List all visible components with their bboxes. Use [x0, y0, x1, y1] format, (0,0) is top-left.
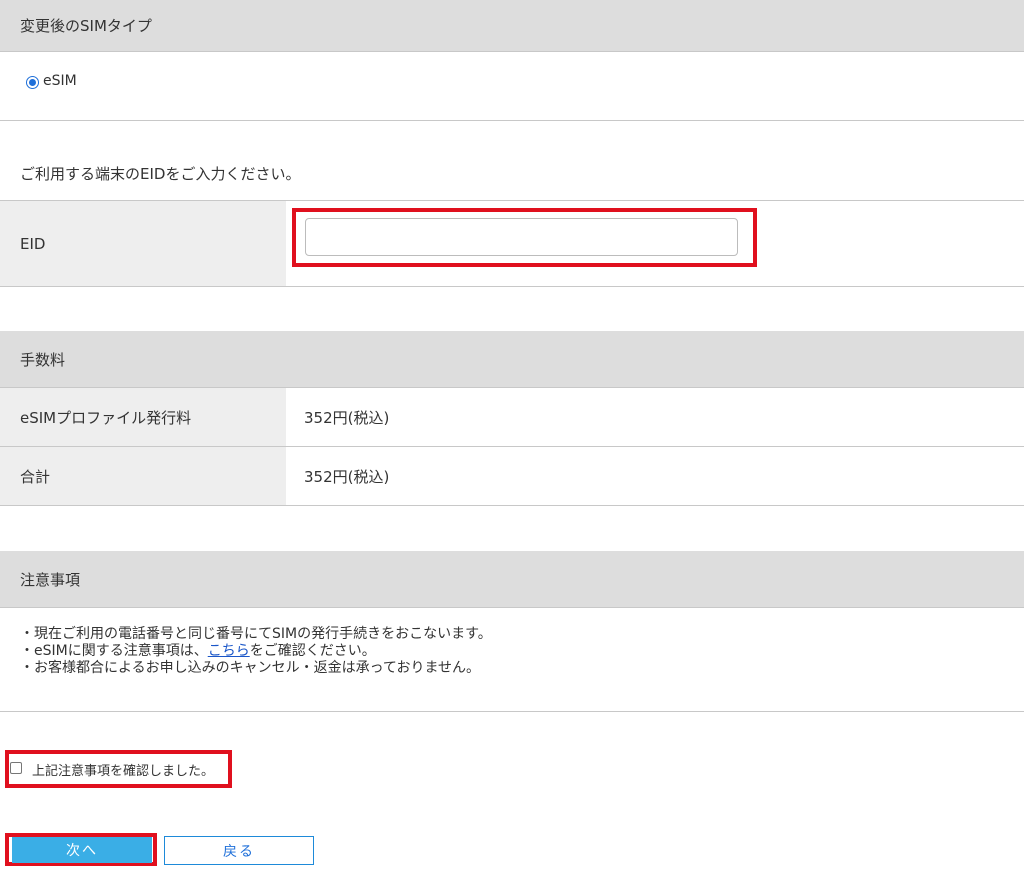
back-button[interactable]: 戻る: [164, 836, 314, 865]
note-text: ・eSIMに関する注意事項は、: [20, 643, 208, 659]
eid-label-cell: EID: [0, 201, 286, 286]
total-row: 合計 352円(税込): [0, 447, 1024, 506]
notes-header-text: 注意事項: [20, 570, 81, 589]
eid-label: EID: [20, 234, 46, 253]
divider: [0, 711, 1024, 712]
note-text: をご確認ください。: [249, 643, 376, 659]
fee-label: eSIMプロファイル発行料: [20, 408, 192, 427]
note-line: ・eSIMに関する注意事項は、こちらをご確認ください。: [20, 643, 492, 660]
fees-header-text: 手数料: [20, 350, 66, 369]
notes-list: ・現在ご利用の電話番号と同じ番号にてSIMの発行手続きをおこないます。 ・eSI…: [20, 626, 492, 677]
eid-input[interactable]: [305, 218, 738, 256]
eid-instruction: ご利用する端末のEIDをご入力ください。: [20, 165, 301, 183]
fee-value: 352円(税込): [304, 408, 390, 427]
fees-header: 手数料: [0, 331, 1024, 388]
divider: [0, 120, 1024, 121]
total-label-cell: 合計: [0, 447, 286, 505]
esim-radio-label[interactable]: eSIM: [43, 73, 77, 89]
radio-selected-dot: [29, 79, 36, 86]
confirm-label[interactable]: 上記注意事項を確認しました。: [32, 760, 214, 779]
next-button[interactable]: 次へ: [12, 837, 152, 863]
notes-link[interactable]: こちら: [208, 643, 250, 659]
sim-type-header: 変更後のSIMタイプ: [0, 0, 1024, 52]
note-line: ・現在ご利用の電話番号と同じ番号にてSIMの発行手続きをおこないます。: [20, 626, 492, 642]
note-line: ・お客様都合によるお申し込みのキャンセル・返金は承っておりません。: [20, 660, 481, 676]
total-label: 合計: [20, 467, 51, 486]
esim-radio[interactable]: [26, 76, 39, 89]
sim-type-header-text: 変更後のSIMタイプ: [20, 17, 152, 35]
total-value-cell: 352円(税込): [286, 447, 1024, 505]
fee-value-cell: 352円(税込): [286, 388, 1024, 446]
notes-header: 注意事項: [0, 551, 1024, 608]
confirm-checkbox[interactable]: [10, 762, 22, 774]
total-value: 352円(税込): [304, 467, 390, 486]
fee-row: eSIMプロファイル発行料 352円(税込): [0, 388, 1024, 447]
fee-label-cell: eSIMプロファイル発行料: [0, 388, 286, 446]
